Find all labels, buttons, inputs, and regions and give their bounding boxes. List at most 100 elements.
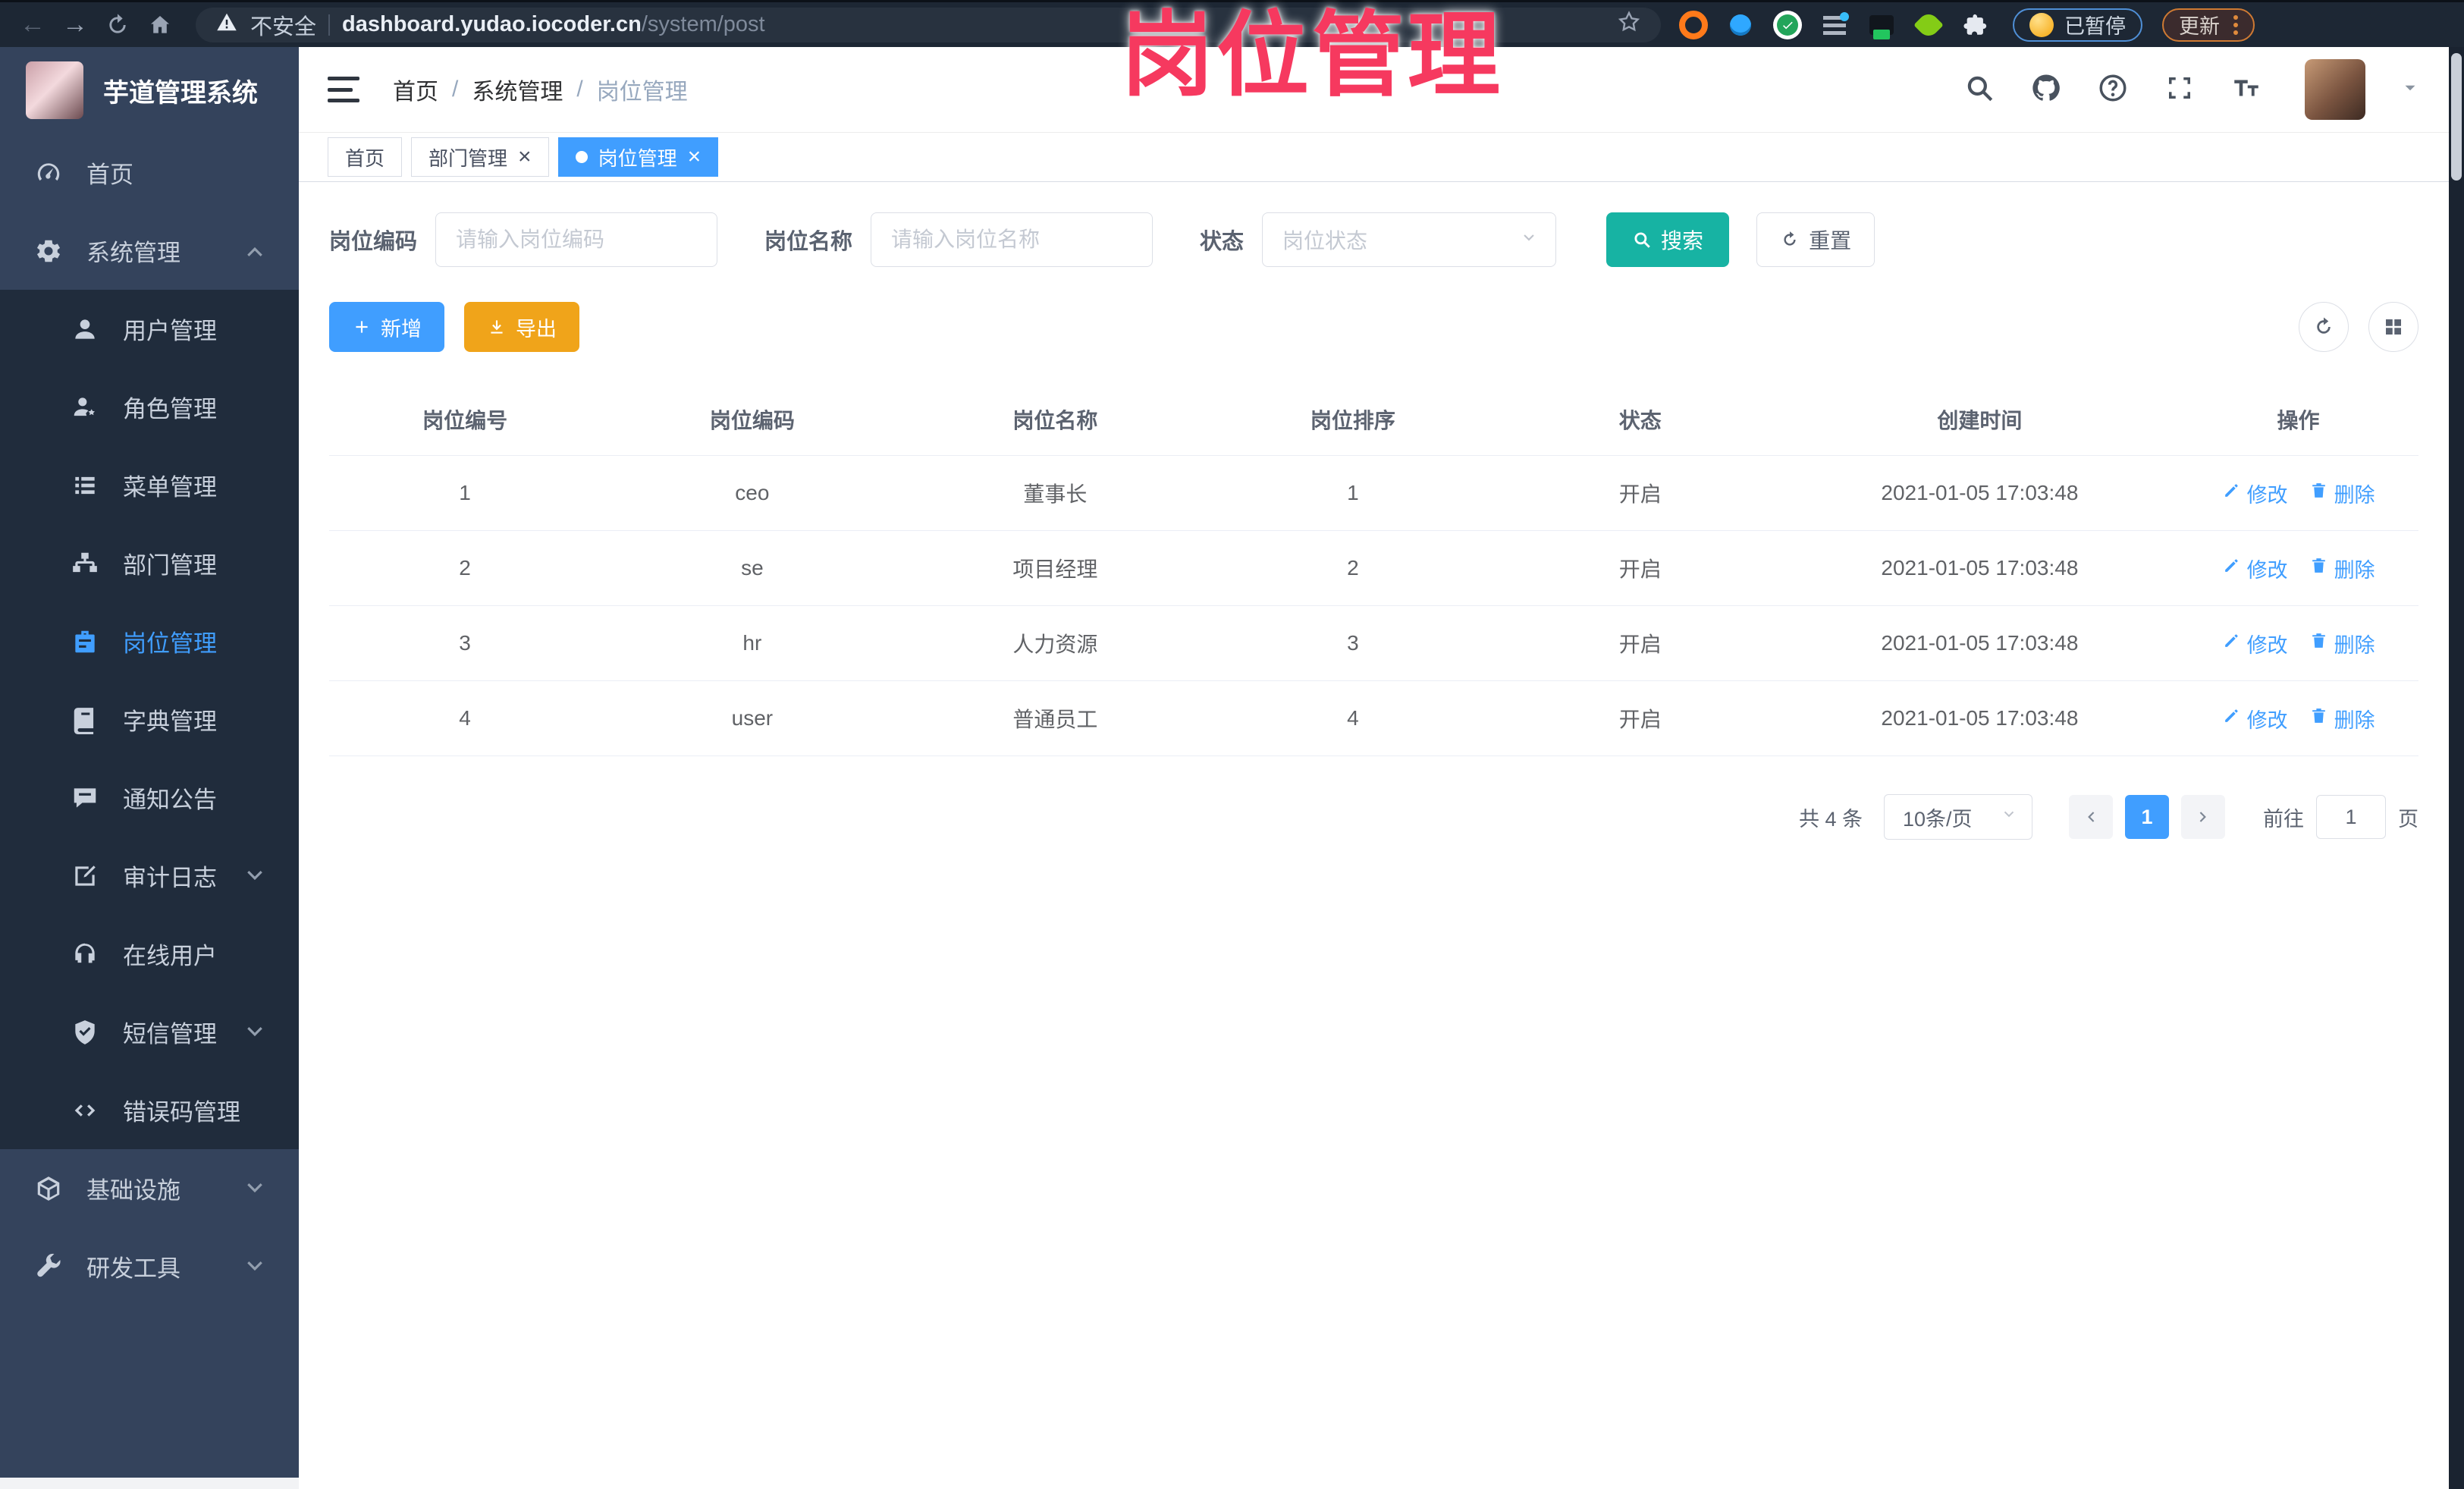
table-cell: 开启 — [1499, 605, 1781, 681]
sidebar-item-notice[interactable]: 通知公告 — [0, 759, 299, 837]
status-select[interactable]: 岗位状态 — [1262, 212, 1557, 267]
table-cell: 3 — [329, 605, 601, 681]
table-row: 2 se 项目经理 2 开启 2021-01-05 17:03:48 修改 删除 — [329, 530, 2418, 606]
puzzle-extension-icon[interactable] — [1961, 11, 1990, 39]
delete-link[interactable]: 删除 — [2309, 629, 2375, 658]
crx-extension-icon[interactable] — [1867, 11, 1896, 39]
post-code-label: 岗位编码 — [329, 230, 418, 254]
breadcrumb-item[interactable]: 系统管理 — [472, 73, 563, 106]
delete-link[interactable]: 删除 — [2309, 704, 2375, 734]
delete-link[interactable]: 删除 — [2309, 554, 2375, 583]
sidebar-item-home[interactable]: 首页 — [0, 134, 299, 212]
sidebar-item-post[interactable]: 岗位管理 — [0, 602, 299, 680]
sidebar-item-errcode[interactable]: 错误码管理 — [0, 1071, 299, 1149]
app-title: 芋道管理系统 — [103, 78, 258, 108]
navbar: 首页 / 系统管理 / 岗位管理 — [299, 47, 2449, 133]
sidebar-item-devtools[interactable]: 研发工具 — [0, 1227, 299, 1305]
browser-reload-icon[interactable] — [100, 8, 135, 42]
column-settings-button[interactable] — [2368, 302, 2418, 352]
page-url: dashboard.yudao.iocoder.cn/system/post — [342, 12, 765, 36]
active-tab-dot — [575, 151, 588, 163]
sidebar-item-label: 岗位管理 — [123, 630, 217, 657]
sidebar-item-dict[interactable]: 字典管理 — [0, 680, 299, 759]
sidebar-logo-row[interactable]: 芋道管理系统 — [0, 47, 299, 134]
sidebar-item-label: 短信管理 — [123, 1021, 217, 1048]
blue-pin-extension-icon[interactable] — [1726, 11, 1755, 39]
table-cell: 2021-01-05 17:03:48 — [1781, 605, 2179, 681]
sidebar-item-sms[interactable]: 短信管理 — [0, 993, 299, 1071]
current-page[interactable]: 1 — [2125, 795, 2169, 839]
breadcrumb-item: 岗位管理 — [596, 80, 688, 105]
address-bar[interactable]: 不安全 dashboard.yudao.iocoder.cn/system/po… — [196, 7, 1661, 42]
tab-首页[interactable]: 首页 — [328, 137, 403, 177]
browser-home-icon[interactable] — [143, 8, 177, 42]
sidebar-item-user[interactable]: 用户管理 — [0, 290, 299, 368]
search-icon[interactable] — [1963, 72, 1995, 108]
add-button[interactable]: 新增 — [329, 302, 444, 352]
user-avatar[interactable] — [2305, 59, 2365, 120]
breadcrumb-separator: / — [452, 77, 459, 102]
font-size-icon[interactable] — [2230, 72, 2262, 108]
breadcrumb-item[interactable]: 首页 — [393, 73, 438, 106]
browser-forward-icon[interactable]: → — [58, 8, 93, 42]
leaf-extension-icon[interactable] — [1913, 9, 1944, 40]
sliders-extension-icon[interactable] — [1820, 11, 1849, 39]
bookmark-star-icon[interactable] — [1617, 10, 1641, 40]
plus-icon — [352, 317, 372, 337]
hamburger-icon[interactable] — [328, 77, 359, 102]
prev-page-button[interactable] — [2069, 795, 2113, 839]
page-scrollbar[interactable] — [2449, 47, 2464, 1489]
page-size-select[interactable]: 10条/页 — [1884, 794, 2032, 840]
sidebar-item-system[interactable]: 系统管理 — [0, 212, 299, 290]
green-check-extension-icon[interactable] — [1773, 10, 1802, 39]
reset-button[interactable]: 重置 — [1756, 212, 1875, 267]
edit-link[interactable]: 修改 — [2222, 704, 2288, 734]
sidebar-item-audit[interactable]: 审计日志 — [0, 837, 299, 915]
post-name-input[interactable] — [871, 212, 1154, 267]
scrollbar-thumb[interactable] — [2451, 53, 2462, 181]
chevron-down-icon[interactable] — [2400, 78, 2420, 102]
next-page-button[interactable] — [2181, 795, 2225, 839]
search-button[interactable]: 搜索 — [1606, 212, 1730, 267]
fullscreen-icon[interactable] — [2164, 72, 2196, 108]
goto-page-input[interactable] — [2316, 795, 2386, 839]
refresh-table-button[interactable] — [2299, 302, 2349, 352]
sidebar-item-label: 通知公告 — [123, 787, 217, 813]
table-row: 1 ceo 董事长 1 开启 2021-01-05 17:03:48 修改 删除 — [329, 455, 2418, 531]
tab-部门管理[interactable]: 部门管理 × — [411, 137, 549, 177]
menu-list-icon — [70, 470, 100, 501]
tab-close-icon[interactable]: × — [518, 146, 532, 168]
tab-岗位管理[interactable]: 岗位管理 × — [557, 137, 719, 177]
table-cell: 普通员工 — [903, 680, 1207, 756]
sidebar-item-label: 基础设施 — [86, 1177, 180, 1204]
delete-link[interactable]: 删除 — [2309, 479, 2375, 508]
sidebar-item-infra[interactable]: 基础设施 — [0, 1149, 299, 1227]
gauge-icon — [33, 158, 64, 188]
breadcrumb: 首页 / 系统管理 / 岗位管理 — [393, 73, 688, 106]
browser-menu-icon[interactable] — [2233, 12, 2238, 38]
pencil-icon — [2222, 706, 2241, 730]
table-cell: user — [601, 680, 904, 756]
update-button[interactable]: 更新 — [2162, 8, 2255, 42]
help-icon[interactable] — [2097, 72, 2129, 108]
edit-link[interactable]: 修改 — [2222, 554, 2288, 583]
post-code-input[interactable] — [435, 212, 718, 267]
table-cell: 2 — [1207, 530, 1499, 606]
edit-link[interactable]: 修改 — [2222, 479, 2288, 508]
browser-back-icon[interactable]: ← — [15, 8, 50, 42]
table-cell: 4 — [1207, 680, 1499, 756]
column-header: 创建时间 — [1781, 384, 2179, 456]
address-divider — [328, 14, 331, 36]
paused-extension-pill[interactable]: 已暂停 — [2013, 8, 2142, 42]
tab-close-icon[interactable]: × — [688, 146, 702, 168]
sidebar-item-online[interactable]: 在线用户 — [0, 915, 299, 993]
sidebar-item-role[interactable]: 角色管理 — [0, 368, 299, 446]
infra-icon — [33, 1173, 64, 1204]
table-header-row: 岗位编号 岗位编码 岗位名称 岗位排序 状态 创建时间 操作 — [329, 384, 2418, 456]
sidebar-item-dept[interactable]: 部门管理 — [0, 524, 299, 602]
github-icon[interactable] — [2030, 72, 2062, 108]
export-button[interactable]: 导出 — [464, 302, 579, 352]
edit-link[interactable]: 修改 — [2222, 629, 2288, 658]
orange-ring-extension-icon[interactable] — [1679, 10, 1708, 39]
sidebar-item-menu[interactable]: 菜单管理 — [0, 446, 299, 524]
